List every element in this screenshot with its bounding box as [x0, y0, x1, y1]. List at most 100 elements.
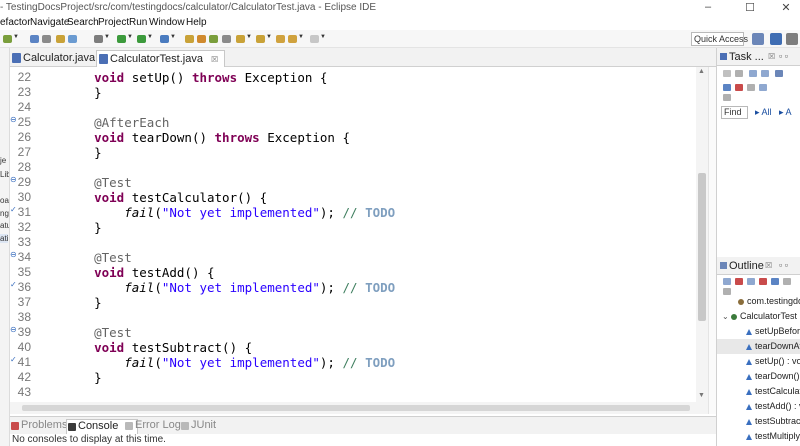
code-line[interactable]: 29 ⊖ @Test [10, 175, 696, 190]
code-line[interactable]: 36 ✓ fail("Not yet implemented"); // TODO [10, 280, 696, 295]
chevron-down-icon[interactable]: ▼ [147, 34, 153, 40]
fold-toggle-icon[interactable]: ⊖ [10, 325, 17, 334]
close-icon[interactable]: ☒ [211, 55, 218, 64]
code-line[interactable]: 23 } [10, 85, 696, 100]
view-menu-icon[interactable] [735, 70, 743, 77]
menu-run[interactable]: Run [129, 17, 147, 28]
outline-item[interactable]: testAdd() : v [717, 399, 800, 414]
chevron-down-icon[interactable]: ▼ [246, 34, 252, 40]
back-icon[interactable] [276, 35, 285, 43]
outline-item[interactable]: testMultiply [717, 429, 800, 444]
task-list-tab[interactable]: Task ... ☒ ▫ ▫ [717, 48, 800, 66]
code-line[interactable]: 43 [10, 385, 696, 400]
code-line[interactable]: 42 } [10, 370, 696, 385]
code-line[interactable]: 27 } [10, 145, 696, 160]
chevron-down-icon[interactable]: ▼ [266, 34, 272, 40]
menu-search[interactable]: Search [67, 17, 99, 28]
chevron-down-icon[interactable]: ▼ [170, 34, 176, 40]
menu-window[interactable]: Window [149, 17, 185, 28]
overview-ruler[interactable] [708, 67, 716, 414]
code-line[interactable]: 28 [10, 160, 696, 175]
categorize-icon[interactable] [749, 70, 757, 77]
find-input[interactable]: Find [721, 106, 748, 119]
menu-navigate[interactable]: Navigate [30, 17, 69, 28]
chevron-down-icon[interactable] [723, 94, 731, 101]
outline-item[interactable]: tearDownAf [717, 339, 800, 354]
scrollbar-thumb[interactable] [22, 405, 690, 411]
close-button[interactable]: ✕ [778, 1, 794, 14]
fold-toggle-icon[interactable]: ⊖ [10, 115, 17, 124]
focus-icon[interactable] [775, 70, 783, 77]
open-type-icon[interactable] [56, 35, 65, 43]
debug-perspective-icon[interactable] [786, 33, 798, 45]
editor-vertical-scrollbar[interactable]: ▲ ▼ [696, 67, 708, 402]
close-icon[interactable]: ☒ [765, 261, 772, 270]
task-icon[interactable] [68, 35, 77, 43]
minimize-maximize-icon[interactable]: ▫ ▫ [779, 51, 788, 61]
scroll-down-icon[interactable]: ▼ [698, 392, 705, 399]
tab-junit[interactable]: JUnit [180, 419, 216, 431]
code-line[interactable]: 34 ⊖ @Test [10, 250, 696, 265]
new-package-icon[interactable] [197, 35, 206, 43]
tab-calculatortest-java[interactable]: CalculatorTest.java ☒ [96, 50, 226, 67]
close-icon[interactable]: ☒ [768, 52, 775, 61]
java-perspective-icon[interactable] [770, 33, 782, 45]
code-line[interactable]: 31 ✓ fail("Not yet implemented"); // TODO [10, 205, 696, 220]
hide-static-icon[interactable] [747, 278, 755, 285]
outline-item[interactable]: setUpBefore [717, 324, 800, 339]
tab-calculator-java[interactable]: Calculator.java [10, 50, 101, 67]
outline-item[interactable]: setUp() : voi [717, 354, 800, 369]
scrollbar-thumb[interactable] [698, 173, 706, 321]
code-line[interactable]: 37 } [10, 295, 696, 310]
code-line[interactable]: 30 void testCalculator() { [10, 190, 696, 205]
task-marker-icon[interactable]: ✓ [10, 280, 17, 289]
run-icon[interactable] [117, 35, 126, 43]
outline-tab[interactable]: Outline ☒ ▫ ▫ [717, 257, 800, 275]
outline-item[interactable]: tearDown() : [717, 369, 800, 384]
fold-toggle-icon[interactable]: ⊖ [10, 175, 17, 184]
minimize-maximize-icon[interactable]: ▫ ▫ [779, 260, 788, 270]
sync-icon[interactable] [735, 84, 743, 91]
forward-icon[interactable] [288, 35, 297, 43]
maximize-button[interactable]: ☐ [742, 1, 758, 14]
find-activate-link[interactable]: ▸ A [779, 107, 792, 118]
new-icon[interactable] [3, 35, 12, 43]
code-line[interactable]: 39 ⊖ @Test [10, 325, 696, 340]
code-editor[interactable]: 22 void setUp() throws Exception {23 } 24… [10, 67, 696, 402]
outline-item[interactable]: com.testingdoc [717, 294, 800, 309]
hide-fields-icon[interactable] [735, 278, 743, 285]
chevron-down-icon[interactable]: ▼ [13, 34, 19, 40]
outline-item[interactable]: testCalculato [717, 384, 800, 399]
minimize-button[interactable]: – [700, 1, 716, 13]
code-line[interactable]: 40 void testSubtract() { [10, 340, 696, 355]
tab-error-log[interactable]: Error Log [124, 419, 181, 431]
save-icon[interactable] [30, 35, 39, 43]
menu-refactor[interactable]: efactor [0, 17, 31, 28]
collapse-all-icon[interactable] [723, 84, 731, 91]
debug-icon[interactable] [94, 35, 103, 43]
chevron-down-icon[interactable]: ⌄ [722, 309, 729, 324]
editor-horizontal-scrollbar[interactable] [10, 402, 708, 414]
tab-problems[interactable]: Problems [10, 419, 67, 431]
print-icon[interactable] [42, 35, 51, 43]
quick-access-input[interactable]: Quick Access [691, 32, 748, 46]
outline-item[interactable]: ⌄ CalculatorTest [717, 309, 800, 324]
next-annotation-icon[interactable] [256, 35, 265, 43]
link-editor-icon[interactable] [783, 278, 791, 285]
outline-item[interactable]: testSubtract [717, 414, 800, 429]
link-icon[interactable] [759, 84, 767, 91]
sort-icon[interactable] [723, 278, 731, 285]
code-line[interactable]: 32 } [10, 220, 696, 235]
coverage-icon[interactable] [137, 35, 146, 43]
filter-icon[interactable] [761, 70, 769, 77]
new-class-icon[interactable] [209, 35, 218, 43]
scroll-up-icon[interactable]: ▲ [698, 68, 705, 75]
menu-project[interactable]: Project [98, 17, 129, 28]
fold-toggle-icon[interactable]: ⊖ [10, 250, 17, 259]
open-task-icon[interactable] [222, 35, 231, 43]
code-line[interactable]: 38 [10, 310, 696, 325]
find-all-link[interactable]: ▸ All [755, 107, 772, 118]
new-java-project-icon[interactable] [185, 35, 194, 43]
new-task-icon[interactable] [723, 70, 731, 77]
open-perspective-icon[interactable] [752, 33, 764, 45]
